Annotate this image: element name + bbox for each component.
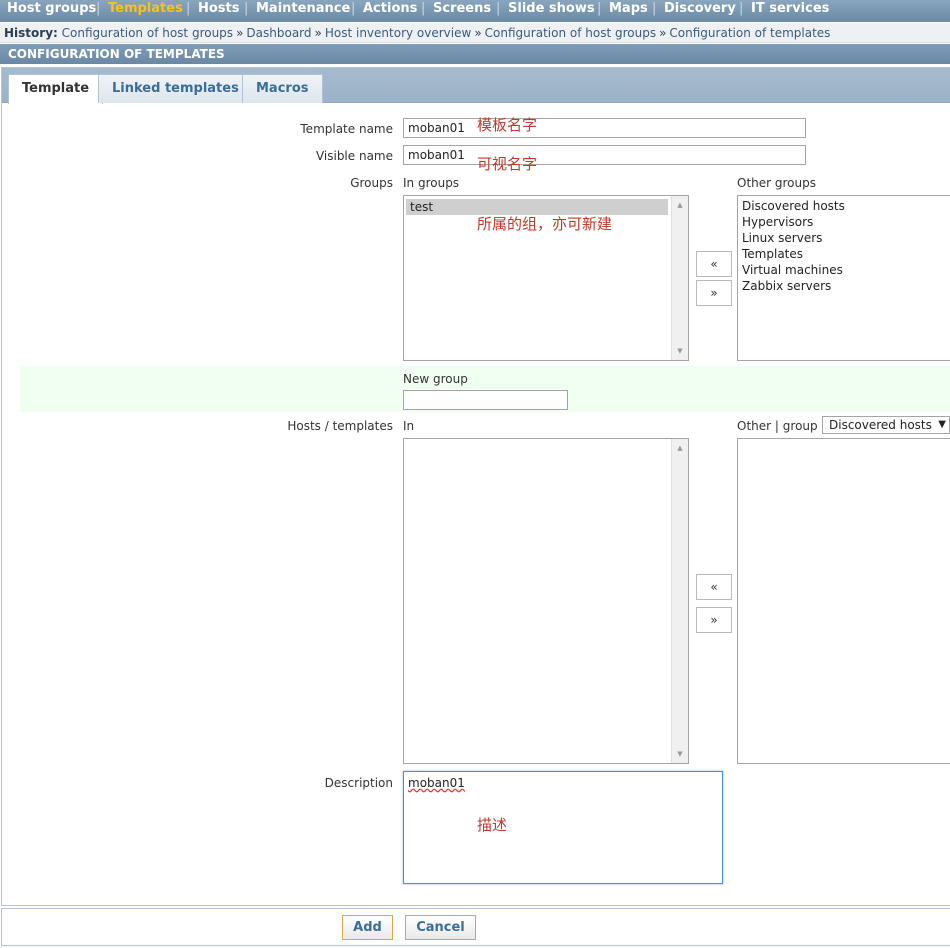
group-label: group — [782, 419, 818, 433]
list-item[interactable]: Virtual machines — [738, 262, 950, 278]
menu-separator: | — [244, 1, 249, 16]
scrollbar[interactable]: ▲ ▼ — [671, 196, 688, 360]
scrollbar[interactable]: ▲ ▼ — [671, 439, 688, 763]
history-label: History: — [4, 26, 58, 40]
menu-separator: | — [351, 1, 356, 16]
description-textarea[interactable] — [403, 771, 723, 884]
visible-name-label: Visible name — [315, 149, 393, 163]
add-button[interactable]: Add — [342, 915, 393, 940]
hosts-group-select[interactable]: Discovered hosts ▼ — [822, 416, 950, 434]
other-groups-label: Other groups — [737, 176, 816, 190]
visible-name-input[interactable] — [403, 145, 806, 165]
history-arrow: » — [314, 26, 322, 40]
scroll-down-icon[interactable]: ▼ — [672, 747, 688, 761]
menu-templates[interactable]: Templates — [108, 1, 183, 16]
scroll-down-icon[interactable]: ▼ — [672, 344, 688, 358]
other-groups-list[interactable]: Discovered hosts Hypervisors Linux serve… — [737, 195, 950, 361]
history-arrow: » — [659, 26, 667, 40]
list-item[interactable]: Hypervisors — [738, 214, 950, 230]
tab-macros[interactable]: Macros — [242, 74, 323, 103]
history-link[interactable]: Configuration of templates — [669, 26, 830, 40]
history-link[interactable]: Host inventory overview — [325, 26, 471, 40]
hosts-group-selected: Discovered hosts — [829, 418, 932, 432]
menu-separator: | — [186, 1, 191, 16]
template-name-note: 模板名字 — [477, 116, 538, 134]
new-group-label: New group — [403, 372, 468, 386]
hosts-templates-label: Hosts / templates — [287, 419, 393, 433]
list-item[interactable]: Templates — [738, 246, 950, 262]
scroll-up-icon[interactable]: ▲ — [672, 441, 688, 455]
move-right-button[interactable]: » — [696, 280, 732, 306]
history-link[interactable]: Configuration of host groups — [62, 26, 233, 40]
page-title: CONFIGURATION OF TEMPLATES — [0, 44, 950, 64]
list-item[interactable]: Discovered hosts — [738, 198, 950, 214]
history-bar: History: Configuration of host groups» Da… — [0, 23, 950, 43]
template-name-input[interactable] — [403, 118, 806, 138]
history-arrow: » — [474, 26, 482, 40]
dropdown-arrow-icon: ▼ — [938, 419, 946, 430]
list-item[interactable]: Linux servers — [738, 230, 950, 246]
scroll-up-icon[interactable]: ▲ — [672, 198, 688, 212]
hosts-in-list[interactable]: ▲ ▼ — [403, 438, 689, 764]
menu-discovery[interactable]: Discovery — [664, 1, 736, 16]
tab-bar: Template Linked templates Macros — [2, 68, 950, 104]
menu-hosts[interactable]: Hosts — [198, 1, 240, 16]
groups-note: 所属的组，亦可新建 — [477, 215, 613, 233]
move-left-button[interactable]: « — [696, 574, 732, 600]
list-item[interactable]: Zabbix servers — [738, 278, 950, 294]
menu-host-groups[interactable]: Host groups — [7, 1, 96, 16]
menu-slide-shows[interactable]: Slide shows — [508, 1, 595, 16]
tab-linked-templates[interactable]: Linked templates — [98, 74, 253, 103]
history-link[interactable]: Configuration of host groups — [485, 26, 656, 40]
menu-separator: | — [652, 1, 657, 16]
menu-separator: | — [739, 1, 744, 16]
template-name-label: Template name — [300, 122, 393, 136]
cancel-button[interactable]: Cancel — [405, 915, 476, 940]
other-label: Other — [737, 419, 772, 433]
menu-separator: | — [96, 1, 101, 16]
groups-label: Groups — [350, 176, 393, 190]
menu-screens[interactable]: Screens — [433, 1, 491, 16]
move-left-button[interactable]: « — [696, 251, 732, 277]
hosts-in-label: In — [403, 419, 415, 433]
hosts-other-list[interactable] — [737, 438, 950, 764]
tab-template[interactable]: Template — [8, 74, 104, 104]
in-groups-label: In groups — [403, 176, 460, 190]
menu-maintenance[interactable]: Maintenance — [256, 1, 350, 16]
menu-maps[interactable]: Maps — [609, 1, 648, 16]
description-note: 描述 — [477, 816, 508, 834]
separator: | — [774, 419, 779, 433]
history-arrow: » — [236, 26, 244, 40]
menu-actions[interactable]: Actions — [363, 1, 417, 16]
move-right-button[interactable]: » — [696, 607, 732, 633]
new-group-input[interactable] — [403, 390, 568, 410]
menu-it-services[interactable]: IT services — [751, 1, 829, 16]
history-link[interactable]: Dashboard — [246, 26, 311, 40]
menu-separator: | — [421, 1, 426, 16]
hosts-other-label: Other | group — [737, 419, 818, 433]
visible-name-note: 可视名字 — [477, 155, 538, 173]
description-label: Description — [324, 776, 393, 790]
menu-separator: | — [597, 1, 602, 16]
top-menu: Host groups | Templates | Hosts | Mainte… — [0, 0, 950, 22]
menu-separator: | — [496, 1, 501, 16]
